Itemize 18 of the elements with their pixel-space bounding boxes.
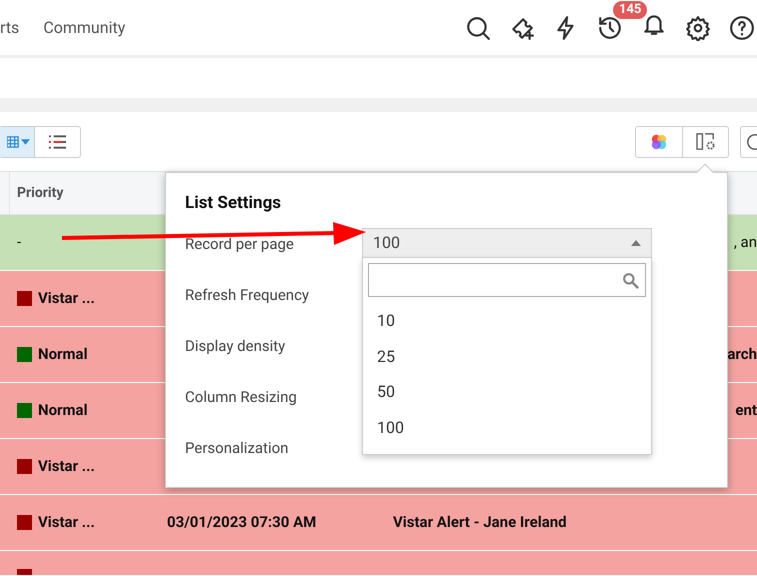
- table-cell-text: Normal: [38, 400, 88, 422]
- setting-label: Refresh Frequency: [185, 285, 310, 306]
- table-cell-text: -: [17, 232, 22, 254]
- table-cell-text: Vistar ...: [38, 288, 95, 310]
- table-cell: 03/01/2023 07:30 AM: [167, 513, 316, 532]
- popover-title: List Settings: [185, 192, 282, 213]
- table-cell-text: Vistar ...: [38, 456, 95, 478]
- table-cell-text: arch: [727, 344, 757, 366]
- setting-label: Display density: [185, 336, 286, 357]
- table-cell: Vistar Alert - Jane Ireland: [393, 513, 567, 532]
- table-cell-text: Normal: [38, 344, 88, 366]
- notification-badge: 145: [613, 1, 648, 19]
- setting-label: Record per page: [185, 234, 295, 255]
- setting-label: Column Resizing: [185, 387, 298, 408]
- setting-label: Personalization: [185, 438, 290, 459]
- table-cell-text: Vistar ...: [38, 512, 95, 534]
- table-cell-text: , an: [734, 232, 757, 254]
- table-cell-text: ent: [735, 400, 757, 422]
